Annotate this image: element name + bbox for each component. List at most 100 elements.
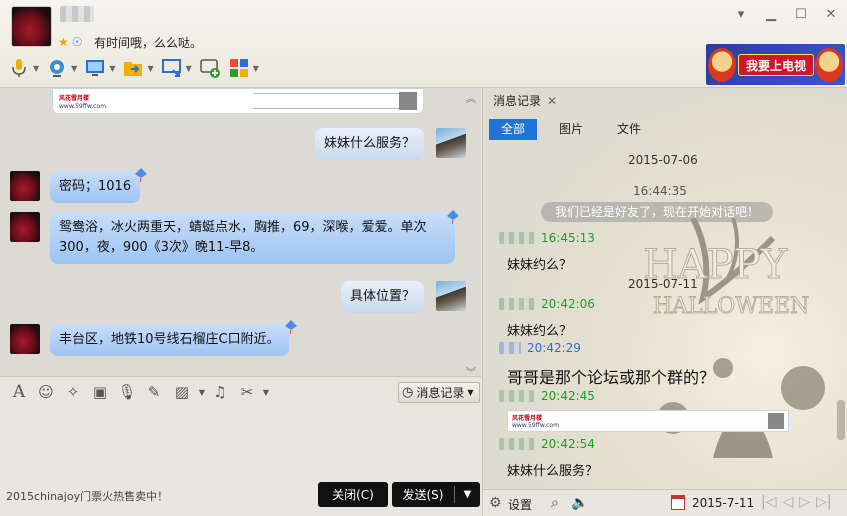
- graffiti-button[interactable]: ✎: [145, 383, 163, 401]
- history-navigation: |◁ ◁ ▷ ▷|: [761, 494, 832, 510]
- calendar-icon[interactable]: [671, 495, 685, 510]
- font-button[interactable]: A: [10, 382, 28, 402]
- sender-name: [499, 390, 535, 402]
- voice-call-button[interactable]: ▼: [8, 56, 39, 80]
- next-page-icon[interactable]: ▷: [799, 494, 810, 510]
- scroll-up-icon[interactable]: ︽: [466, 90, 476, 105]
- contact-avatar-small[interactable]: [10, 212, 40, 242]
- music-button[interactable]: ♫: [211, 383, 229, 401]
- group-chat-button[interactable]: [199, 56, 221, 80]
- history-sender-line: 20:42:45: [499, 389, 595, 403]
- my-avatar[interactable]: [436, 128, 466, 158]
- font-icon: A: [12, 382, 26, 402]
- screenshot-dropdown[interactable]: ▼: [257, 383, 275, 401]
- chat-message-row: 丰台区，地铁10号线石榴庄C口附近。: [10, 324, 289, 356]
- send-file-button[interactable]: ▼: [122, 56, 154, 80]
- chat-message-row: 鸳鸯浴，冰火两重天，蜻蜓点水，胸推，69，深喉，爱爱。单次300，夜，900《3…: [10, 212, 455, 264]
- magic-button[interactable]: ✧: [64, 383, 82, 401]
- contact-avatar[interactable]: [11, 6, 52, 47]
- kite-icon: [135, 168, 147, 183]
- prev-page-icon[interactable]: ◁: [782, 494, 793, 510]
- message-bubble[interactable]: 具体位置？: [340, 281, 424, 313]
- history-sender-line: 20:42:29: [499, 341, 581, 355]
- send-image-button[interactable]: ▨: [173, 383, 191, 401]
- contact-avatar-small[interactable]: [10, 171, 40, 201]
- microphone-icon: [12, 59, 26, 77]
- send-button[interactable]: 发送(S) ▼: [392, 482, 480, 507]
- video-call-button[interactable]: ▼: [46, 56, 77, 80]
- message-bubble[interactable]: 丰台区，地铁10号线石榴庄C口附近。: [50, 324, 289, 356]
- webcam-icon: [50, 60, 65, 77]
- message-bubble[interactable]: 妹妹什么服务？: [314, 128, 424, 160]
- maximize-button[interactable]: ☐: [793, 6, 809, 22]
- chat-message-area[interactable]: 风花雪月楼 www.59ffw.com ︽ 妹妹什么服务？ 密码；1016 鸳鸯…: [0, 88, 481, 376]
- dropdown-menu-button[interactable]: ▾: [733, 6, 749, 22]
- contact-avatar-small[interactable]: [10, 324, 40, 354]
- screen-share-icon: [161, 59, 181, 77]
- message-history-panel: HAPPY HALLOWEEN 消息记录 ✕ 全部 图片 文件 2015-07-…: [482, 88, 847, 516]
- remote-desktop-button[interactable]: ▼: [84, 56, 115, 80]
- message-input[interactable]: 2015chinajoy门票火热售卖中！ 关闭(C) 发送(S) ▼: [0, 406, 481, 516]
- my-avatar[interactable]: [436, 281, 466, 311]
- chevron-down-icon[interactable]: ▼: [186, 64, 192, 73]
- history-footer: ⚙ 设置 ⌕ 🔈 2015-7-11 |◁ ◁ ▷ ▷|: [483, 489, 847, 516]
- chat-message-row: 妹妹什么服务？: [314, 128, 466, 160]
- history-tab-bar: 消息记录 ✕: [483, 88, 847, 114]
- chevron-down-icon[interactable]: ▼: [109, 64, 115, 73]
- system-timestamp: 16:44:35: [633, 184, 687, 198]
- close-window-button[interactable]: ✕: [823, 6, 839, 22]
- history-image-card[interactable]: 风花雪月楼 www.59ffw.com: [507, 410, 789, 432]
- chat-image-card[interactable]: 风花雪月楼 www.59ffw.com: [52, 88, 424, 114]
- filter-images[interactable]: 图片: [547, 119, 595, 140]
- chevron-down-icon: ▼: [467, 388, 474, 397]
- history-date-label[interactable]: 2015-7-11: [692, 496, 754, 510]
- apps-grid-icon: [229, 59, 248, 77]
- speaker-icon[interactable]: 🔈: [571, 495, 588, 511]
- chevron-down-icon[interactable]: ▼: [253, 64, 259, 73]
- ad-link[interactable]: 2015chinajoy门票火热售卖中！: [6, 488, 168, 504]
- send-options-dropdown[interactable]: ▼: [455, 489, 480, 500]
- chevron-down-icon[interactable]: ▼: [71, 64, 77, 73]
- gear-icon[interactable]: ⚙: [489, 495, 502, 511]
- chevron-down-icon[interactable]: ▼: [33, 64, 39, 73]
- scissors-icon: ✂: [240, 383, 254, 401]
- history-message[interactable]: 妹妹约么？: [507, 320, 572, 339]
- voice-message-button[interactable]: 🎙: [117, 383, 136, 401]
- sender-name: [499, 298, 535, 310]
- first-page-icon[interactable]: |◁: [761, 494, 776, 510]
- scroll-down-icon[interactable]: ︾: [466, 364, 476, 376]
- send-image-dropdown[interactable]: ▼: [193, 383, 211, 401]
- history-message[interactable]: 哥哥是那个论坛或那个群的？: [507, 364, 715, 388]
- history-scrollbar[interactable]: [837, 114, 845, 488]
- emoji-button[interactable]: ☺: [37, 383, 55, 401]
- history-message[interactable]: 妹妹约么？: [507, 254, 572, 273]
- message-bubble[interactable]: 鸳鸯浴，冰火两重天，蜻蜓点水，胸推，69，深喉，爱爱。单次300，夜，900《3…: [50, 212, 455, 264]
- smiley-icon: ☺: [38, 383, 54, 401]
- settings-button[interactable]: 设置: [508, 496, 532, 513]
- share-screen-button[interactable]: ▼: [161, 56, 192, 80]
- star-icon[interactable]: ★: [58, 35, 69, 49]
- apps-button[interactable]: ▼: [228, 56, 259, 80]
- history-scroll-thumb[interactable]: [837, 400, 845, 440]
- last-page-icon[interactable]: ▷|: [816, 494, 831, 510]
- shake-button[interactable]: ▣: [91, 383, 109, 401]
- message-history-button[interactable]: ◷ 消息记录 ▼: [398, 382, 480, 403]
- minimize-button[interactable]: ▁: [763, 6, 779, 22]
- history-timestamp: 20:42:06: [541, 297, 595, 311]
- filter-all[interactable]: 全部: [489, 119, 538, 140]
- image-card-url: www.59ffw.com: [59, 103, 106, 110]
- chevron-down-icon[interactable]: ▼: [147, 64, 153, 73]
- tab-message-history[interactable]: 消息记录 ✕: [493, 92, 557, 109]
- history-tab-label: 消息记录: [493, 94, 542, 108]
- search-icon[interactable]: ⌕: [551, 495, 559, 511]
- promo-banner[interactable]: 我要上电视: [706, 44, 845, 85]
- qzone-icon[interactable]: ☉: [72, 35, 83, 49]
- filter-files[interactable]: 文件: [605, 119, 653, 140]
- history-sender-line: 16:45:13: [499, 231, 595, 245]
- close-icon[interactable]: ✕: [547, 94, 557, 108]
- screenshot-button[interactable]: ✂: [238, 383, 256, 401]
- history-message[interactable]: 妹妹什么服务？: [507, 460, 598, 479]
- close-button[interactable]: 关闭(C): [318, 482, 388, 507]
- message-bubble[interactable]: 密码；1016: [50, 171, 141, 203]
- contact-name[interactable]: ██: [60, 6, 94, 22]
